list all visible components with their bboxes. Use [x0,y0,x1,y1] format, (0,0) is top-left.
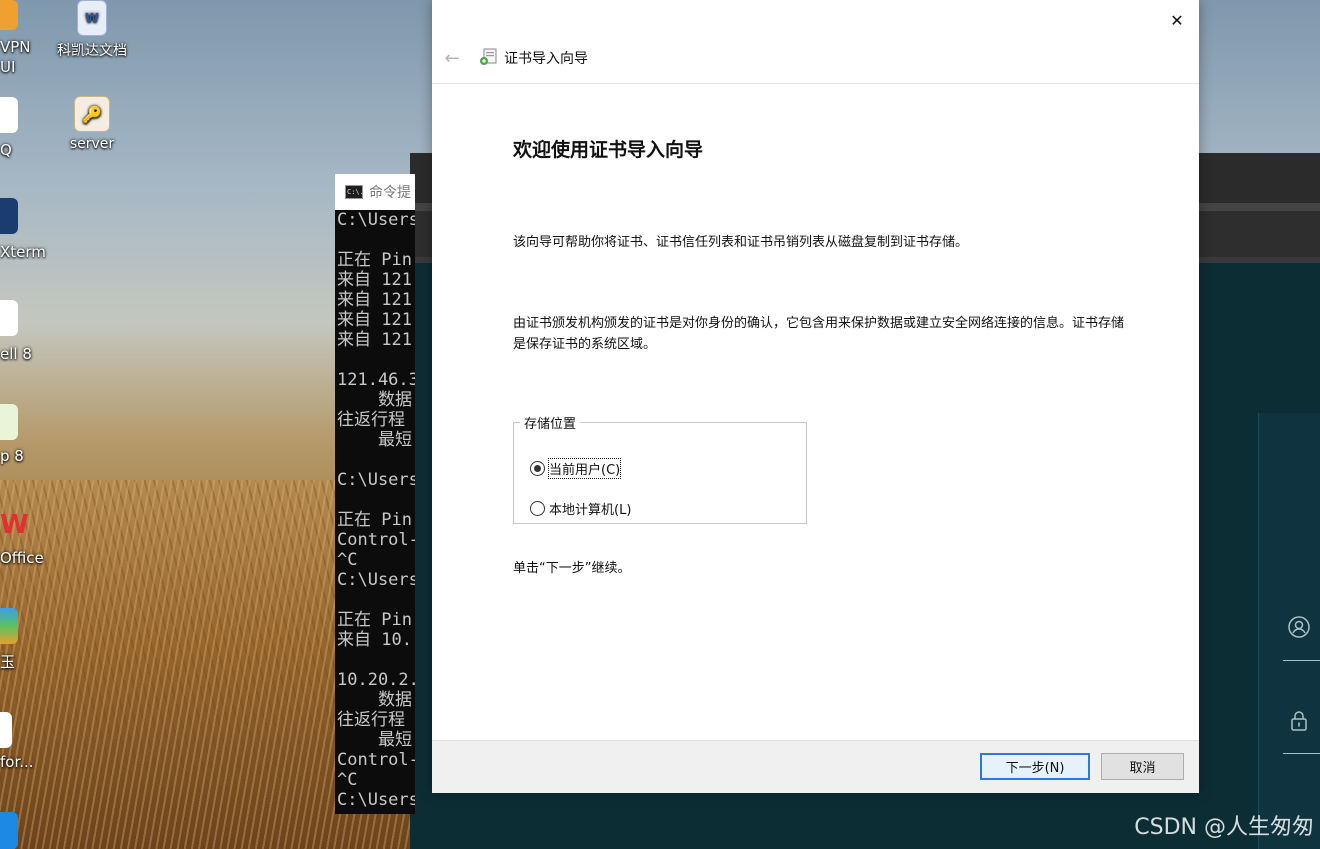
file-icon[interactable] [0,712,12,748]
wizard-explanation: 由证书颁发机构颁发的证书是对你身份的确认，它包含用来保护数据或建立安全网络连接的… [513,316,1125,352]
command-prompt-window[interactable]: C:\. 命令提 C:\Users 正在 Pin 来自 121 来自 121 来… [335,174,415,814]
radio-current-user[interactable]: 当前用户(C) [530,458,622,479]
qq-app-icon[interactable] [0,97,18,133]
desktop-icon-label: 玉 [0,653,16,671]
desktop-icon-label: Office [0,549,44,567]
radio-dot [534,465,541,472]
desktop-icon-label: Q [0,141,12,159]
close-button[interactable]: ✕ [1163,6,1191,34]
wps-office-icon[interactable]: W [0,508,29,544]
store-location-group: 存储位置 当前用户(C) 本地计算机(L) [513,413,807,524]
next-button[interactable]: 下一步(N) [980,753,1090,780]
certificate-wizard-icon [480,48,497,65]
xterm-app-icon[interactable] [0,198,18,234]
desktop-icon-label: VPN [0,38,31,56]
desktop-icon-label: UI [0,58,16,76]
wizard-footer: 下一步(N) 取消 [432,740,1199,793]
wizard-heading: 欢迎使用证书导入向导 [513,139,704,161]
wizard-description: 该向导可帮助你将证书、证书信任列表和证书吊销列表从磁盘复制到证书存储。 [513,235,969,250]
close-icon: ✕ [1170,10,1184,30]
xftp-app-icon[interactable] [0,404,18,440]
radio-local-machine[interactable]: 本地计算机(L) [530,499,631,518]
vpn-app-icon[interactable] [0,0,18,30]
radio-button-selected[interactable] [530,461,545,476]
app-icon[interactable] [0,812,18,849]
input-underline [1283,753,1320,754]
desktop-icon-label: 科凯达文档 [57,43,127,59]
radio-label: 本地计算机(L) [549,503,632,518]
desktop-icon-label: p 8 [0,447,24,465]
radio-label: 当前用户(C) [547,458,622,479]
continue-hint: 单击“下一步”继续。 [513,561,631,576]
console-title: 命令提 [369,185,411,201]
cancel-button[interactable]: 取消 [1101,753,1184,780]
wizard-nav-title: 证书导入向导 [504,51,588,67]
certificate-import-wizard: ✕ ← 证书导入向导 欢迎使用证书导入向导 该向导可帮助你将证书、证书信任列表和… [432,0,1199,793]
user-icon[interactable] [1288,616,1310,638]
store-location-legend: 存储位置 [524,417,577,432]
csdn-watermark: CSDN @人生匆匆 [1134,815,1314,840]
word-document-icon: W [77,0,107,36]
console-titlebar[interactable]: C:\. 命令提 [335,174,415,210]
input-underline [1283,660,1320,661]
app-launcher-icon[interactable] [0,608,18,644]
desktop-icon-label: Xterm [0,243,46,261]
desktop-icon-label: ell 8 [0,345,32,363]
xshell-app-icon[interactable] [0,300,18,336]
wizard-nav-bar: ← 证书导入向导 [432,38,1199,84]
console-output[interactable]: C:\Users 正在 Pin 来自 121 来自 121 来自 121 来自 … [335,210,415,810]
desktop-icon-label: for... [0,753,34,771]
desktop-icon-server[interactable]: 🔑 server [52,96,132,152]
certificate-file-icon: 🔑 [74,96,110,132]
command-prompt-icon: C:\. [345,185,364,199]
desktop-icon-label: server [69,136,115,152]
radio-button[interactable] [530,501,545,516]
desktop-icon-document[interactable]: W 科凯达文档 [52,0,132,60]
back-arrow-icon[interactable]: ← [442,48,462,69]
lock-icon[interactable] [1288,710,1310,732]
